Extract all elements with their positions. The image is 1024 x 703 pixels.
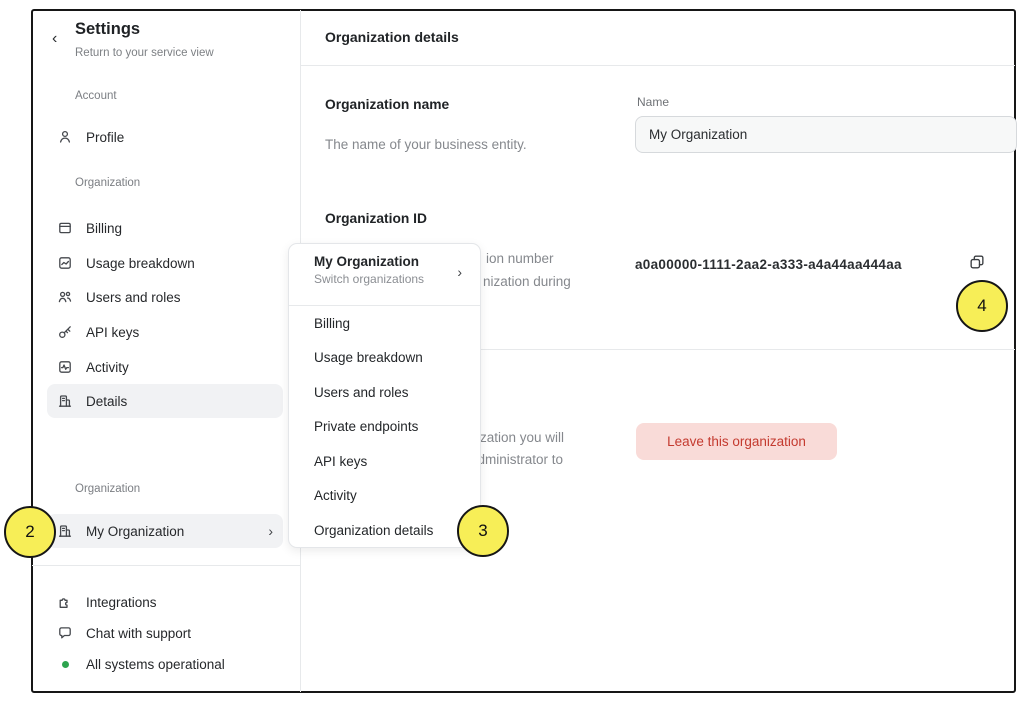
menu-item-label: Usage breakdown [314, 350, 423, 365]
sidebar-item-label: Profile [86, 130, 124, 145]
menu-switch-label: Switch organizations [314, 272, 464, 286]
org-id-heading: Organization ID [325, 211, 427, 226]
menu-item-api-keys[interactable]: API keys [289, 444, 480, 479]
callout-step-3: 3 [457, 505, 509, 557]
users-icon [57, 289, 73, 305]
menu-header[interactable]: My Organization Switch organizations › [289, 244, 480, 305]
leave-organization-button[interactable]: Leave this organization [636, 423, 837, 460]
sidebar-item-chat-support[interactable]: Chat with support [47, 618, 283, 648]
leave-description-fragment: ization you will [477, 430, 564, 445]
section-label-account: Account [75, 90, 117, 102]
name-field-label: Name [637, 95, 669, 109]
sidebar-divider [32, 565, 300, 566]
leave-description-fragment: administrator to [470, 452, 563, 467]
menu-item-label: Private endpoints [314, 419, 418, 434]
activity-icon [57, 359, 73, 375]
sidebar-item-label: API keys [86, 325, 139, 340]
sidebar-item-profile[interactable]: Profile [47, 120, 283, 154]
chevron-right-icon: › [457, 264, 462, 280]
chevron-left-icon[interactable]: ‹ [52, 31, 57, 47]
callout-step-4: 4 [956, 280, 1008, 332]
org-name-description: The name of your business entity. [325, 137, 527, 152]
org-name-input[interactable]: My Organization [635, 116, 1017, 153]
sidebar-item-label: Details [86, 394, 127, 409]
menu-item-users-and-roles[interactable]: Users and roles [289, 375, 480, 410]
callout-step-2: 2 [4, 506, 56, 558]
org-id-description-fragment: ion number [486, 251, 554, 266]
menu-item-label: Users and roles [314, 385, 409, 400]
sidebar-item-usage-breakdown[interactable]: Usage breakdown [47, 246, 283, 280]
menu-item-billing[interactable]: Billing [289, 306, 480, 341]
section-label-organization: Organization [75, 177, 140, 189]
sidebar-item-system-status[interactable]: All systems operational [47, 649, 283, 679]
usage-chart-icon [57, 255, 73, 271]
copy-icon [968, 253, 986, 276]
menu-item-label: Activity [314, 488, 357, 503]
chevron-right-icon: › [268, 523, 273, 539]
sidebar-item-api-keys[interactable]: API keys [47, 315, 283, 349]
sidebar-item-label: Chat with support [86, 626, 191, 641]
sidebar-item-activity[interactable]: Activity [47, 350, 283, 384]
menu-item-usage-breakdown[interactable]: Usage breakdown [289, 341, 480, 376]
sidebar-item-label: Usage breakdown [86, 256, 195, 271]
org-id-description-fragment: nization during [483, 274, 571, 289]
menu-item-label: Billing [314, 316, 350, 331]
sidebar-item-label: All systems operational [86, 657, 225, 672]
menu-item-organization-details[interactable]: Organization details [289, 513, 480, 548]
copy-button[interactable] [966, 253, 988, 275]
menu-item-label: Organization details [314, 523, 433, 538]
page-title: Organization details [325, 29, 459, 45]
sidebar-item-details[interactable]: Details [47, 384, 283, 418]
sidebar-item-billing[interactable]: Billing [47, 211, 283, 245]
sidebar-item-integrations[interactable]: Integrations [47, 587, 283, 617]
sidebar-item-users-and-roles[interactable]: Users and roles [47, 280, 283, 314]
sidebar-item-label: Activity [86, 360, 129, 375]
menu-item-private-endpoints[interactable]: Private endpoints [289, 410, 480, 445]
billing-icon [57, 220, 73, 236]
menu-item-label: API keys [314, 454, 367, 469]
menu-org-name: My Organization [314, 254, 464, 269]
section-label-organization-switcher: Organization [75, 483, 140, 495]
key-icon [57, 324, 73, 340]
organization-switcher-menu: My Organization Switch organizations › B… [288, 243, 481, 548]
puzzle-icon [57, 594, 73, 610]
sidebar-item-label: Users and roles [86, 290, 181, 305]
sidebar-item-my-organization[interactable]: My Organization › [47, 514, 283, 548]
org-name-heading: Organization name [325, 97, 449, 112]
status-dot-icon [57, 656, 73, 672]
menu-item-activity[interactable]: Activity [289, 479, 480, 514]
building-icon [57, 523, 73, 539]
settings-page: ‹ Settings Return to your service view A… [0, 0, 1024, 703]
sidebar-item-label: Integrations [86, 595, 157, 610]
org-id-value: a0a00000-1111-2aa2-a333-a4a44aa444aa [635, 257, 902, 272]
sidebar-item-label: Billing [86, 221, 122, 236]
sidebar-subtitle[interactable]: Return to your service view [75, 47, 214, 59]
header-divider [301, 65, 1015, 66]
person-icon [57, 129, 73, 145]
sidebar-title: Settings [75, 20, 140, 39]
sidebar-item-label: My Organization [86, 524, 184, 539]
chat-bubble-icon [57, 625, 73, 641]
building-icon [57, 393, 73, 409]
